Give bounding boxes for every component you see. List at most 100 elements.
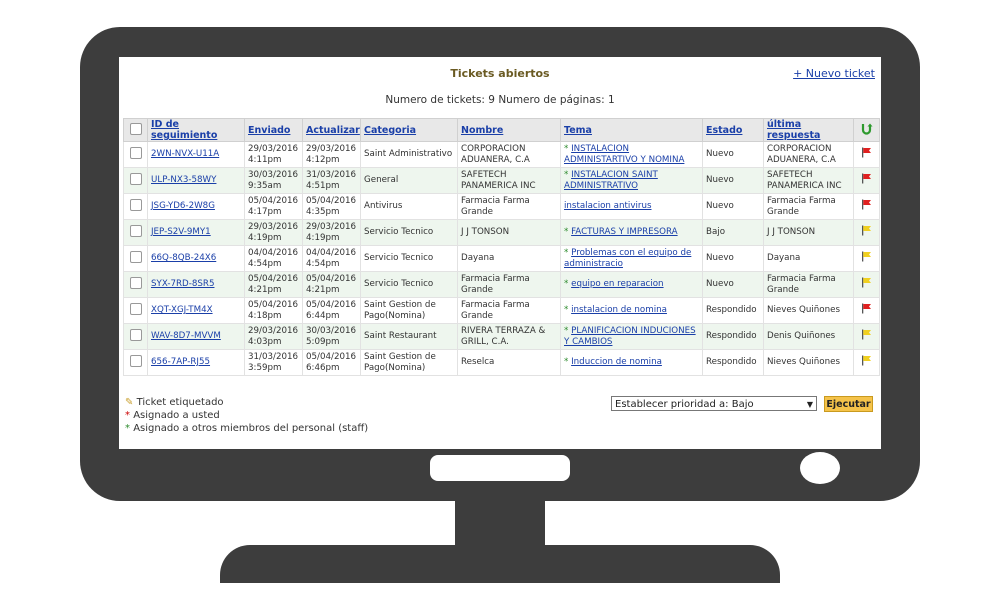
sent-cell: 29/03/2016 4:11pm [244, 141, 303, 168]
tracking-id-link[interactable]: ULP-NX3-58WY [147, 167, 245, 194]
row-checkbox[interactable] [123, 245, 148, 272]
table-row[interactable]: 656-7AP-RJ55 31/03/2016 3:59pm 05/04/2016 6:… [123, 349, 880, 376]
sent-cell: 29/03/2016 4:19pm [244, 219, 303, 246]
column-header[interactable]: última respuesta [763, 118, 854, 142]
row-checkbox[interactable] [123, 219, 148, 246]
table-row[interactable]: JSG-YD6-2W8G 05/04/2016 4:17pm 05/04/2016 4:… [123, 193, 880, 220]
legend-assigned-you: * Asignado a usted [125, 410, 220, 421]
last-reply-cell: J J TONSON [763, 219, 854, 246]
topic-cell[interactable]: * Induccion de nomina [560, 349, 703, 376]
priority-flag-icon [853, 297, 880, 324]
row-checkbox[interactable] [123, 323, 148, 350]
row-checkbox[interactable] [123, 349, 148, 376]
last-reply-cell: CORPORACION ADUANERA, C.A [763, 141, 854, 168]
last-reply-cell: Nieves Quiñones [763, 297, 854, 324]
row-checkbox[interactable] [123, 193, 148, 220]
name-cell: RIVERA TERRAZA & GRILL, C.A. [457, 323, 561, 350]
status-cell: Respondido [702, 349, 764, 376]
tag-icon: ✎ [125, 397, 134, 408]
table-row[interactable]: XQT-XGJ-TM4X 05/04/2016 4:18pm 05/04/2016 6:… [123, 297, 880, 324]
name-cell: Dayana [457, 245, 561, 272]
category-cell: Saint Administrativo [360, 141, 458, 168]
row-checkbox[interactable] [123, 297, 148, 324]
row-checkbox[interactable] [123, 271, 148, 298]
topic-link: FACTURAS Y IMPRESORA [571, 227, 678, 237]
column-header[interactable]: ID de seguimiento [147, 118, 245, 142]
last-reply-cell: SAFETECH PANAMERICA INC [763, 167, 854, 194]
priority-flag-icon [853, 323, 880, 350]
topic-link: Induccion de nomina [571, 357, 662, 367]
status-cell: Nuevo [702, 167, 764, 194]
priority-flag-icon [853, 245, 880, 272]
updated-cell: 05/04/2016 4:21pm [302, 271, 361, 298]
new-ticket-link[interactable]: + Nuevo ticket [793, 67, 875, 80]
tracking-id-link[interactable]: JEP-S2V-9MY1 [147, 219, 245, 246]
column-header[interactable]: Estado [702, 118, 764, 142]
topic-cell[interactable]: * equipo en reparacion [560, 271, 703, 298]
tracking-id-link[interactable]: 656-7AP-RJ55 [147, 349, 245, 376]
category-cell: Antivirus [360, 193, 458, 220]
status-cell: Nuevo [702, 271, 764, 298]
topic-cell[interactable]: * Problemas con el equipo de administrac… [560, 245, 703, 272]
table-row[interactable]: JEP-S2V-9MY1 29/03/2016 4:19pm 29/03/2016 4:… [123, 219, 880, 246]
table-row[interactable]: 2WN-NVX-U11A 29/03/2016 4:11pm 29/03/2016 4:… [123, 141, 880, 168]
name-cell: Farmacia Farma Grande [457, 271, 561, 298]
column-header[interactable]: Nombre [457, 118, 561, 142]
topic-cell[interactable]: * INSTALACION SAINT ADMINISTRATIVO [560, 167, 703, 194]
priority-flag-icon [853, 271, 880, 298]
column-header[interactable]: Tema [560, 118, 703, 142]
row-checkbox[interactable] [123, 141, 148, 168]
status-cell: Nuevo [702, 141, 764, 168]
table-row[interactable]: ULP-NX3-58WY 30/03/2016 9:35am 31/03/2016 4:… [123, 167, 880, 194]
last-reply-cell: Farmacia Farma Grande [763, 271, 854, 298]
updated-cell: 30/03/2016 5:09pm [302, 323, 361, 350]
topic-cell[interactable]: * FACTURAS Y IMPRESORA [560, 219, 703, 246]
updated-cell: 04/04/2016 4:54pm [302, 245, 361, 272]
topic-link: instalacion de nomina [571, 305, 667, 315]
monitor-menu-button [430, 455, 570, 481]
tracking-id-link[interactable]: 2WN-NVX-U11A [147, 141, 245, 168]
monitor-base [220, 545, 780, 583]
table-row[interactable]: SYX-7RD-8SR5 05/04/2016 4:21pm 05/04/2016 4:… [123, 271, 880, 298]
tickets-body: 2WN-NVX-U11A 29/03/2016 4:11pm 29/03/2016 4:… [123, 141, 880, 376]
category-cell: Saint Gestion de Pago(Nomina) [360, 349, 458, 376]
legend-assigned-others: * Asignado a otros miembros del personal… [125, 423, 369, 434]
topic-cell[interactable]: * INSTALACION ADMINISTARTIVO Y NOMINA [560, 141, 703, 168]
priority-flag-icon [853, 219, 880, 246]
topic-link: INSTALACION SAINT ADMINISTRATIVO [564, 169, 658, 191]
tracking-id-link[interactable]: XQT-XGJ-TM4X [147, 297, 245, 324]
legend-tagged: ✎ Ticket etiquetado [125, 397, 224, 408]
last-reply-cell: Farmacia Farma Grande [763, 193, 854, 220]
column-header[interactable]: Actualizar [302, 118, 361, 142]
column-header[interactable]: Categoria [360, 118, 458, 142]
chevron-down-icon: ▼ [806, 400, 813, 409]
updated-cell: 31/03/2016 4:51pm [302, 167, 361, 194]
topic-cell[interactable]: * instalacion de nomina [560, 297, 703, 324]
row-checkbox[interactable] [123, 167, 148, 194]
tracking-id-link[interactable]: SYX-7RD-8SR5 [147, 271, 245, 298]
topic-cell[interactable]: * PLANIFICACION INDUCIONES Y CAMBIOS [560, 323, 703, 350]
updated-cell: 05/04/2016 6:44pm [302, 297, 361, 324]
table-header-row: ID de seguimiento Enviado Actualizar Cat… [123, 118, 880, 142]
name-cell: SAFETECH PANAMERICA INC [457, 167, 561, 194]
refresh-icon[interactable] [853, 118, 880, 142]
tracking-id-link[interactable]: WAV-8D7-MVVM [147, 323, 245, 350]
topic-cell[interactable]: instalacion antivirus [560, 193, 703, 220]
priority-flag-icon [853, 193, 880, 220]
column-header[interactable]: Enviado [244, 118, 303, 142]
table-row[interactable]: WAV-8D7-MVVM 29/03/2016 4:03pm 30/03/2016 5:… [123, 323, 880, 350]
name-cell: Farmacia Farma Grande [457, 297, 561, 324]
topic-link: INSTALACION ADMINISTARTIVO Y NOMINA [564, 143, 685, 165]
execute-button[interactable]: Ejecutar [824, 396, 873, 412]
tracking-id-link[interactable]: 66Q-8QB-24X6 [147, 245, 245, 272]
tracking-id-link[interactable]: JSG-YD6-2W8G [147, 193, 245, 220]
category-cell: Servicio Tecnico [360, 271, 458, 298]
select-all-checkbox[interactable] [123, 118, 148, 142]
table-row[interactable]: 66Q-8QB-24X6 04/04/2016 4:54pm 04/04/2016 4:… [123, 245, 880, 272]
sent-cell: 29/03/2016 4:03pm [244, 323, 303, 350]
priority-select[interactable]: Establecer prioridad a: Bajo ▼ [611, 396, 817, 411]
updated-cell: 05/04/2016 6:46pm [302, 349, 361, 376]
category-cell: Saint Restaurant [360, 323, 458, 350]
status-cell: Nuevo [702, 193, 764, 220]
screen: Tickets abiertos + Nuevo ticket Numero d… [119, 57, 881, 449]
